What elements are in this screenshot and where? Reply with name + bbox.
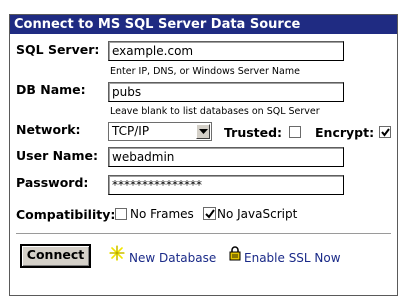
sparkle-icon[interactable]: [109, 245, 125, 261]
trusted-label: Trusted:: [224, 125, 283, 140]
user-name-label: User Name:: [16, 148, 98, 163]
sql-server-hint: Enter IP, DNS, or Windows Server Name: [110, 66, 300, 77]
separator: [16, 233, 391, 235]
dropdown-arrow-icon[interactable]: [196, 124, 210, 139]
sql-server-input[interactable]: [108, 41, 344, 61]
encrypt-label: Encrypt:: [315, 125, 375, 140]
padlock-icon[interactable]: [229, 246, 241, 261]
encrypt-checkbox[interactable]: [379, 126, 391, 138]
no-javascript-checkbox[interactable]: [203, 207, 216, 220]
new-database-link[interactable]: New Database: [129, 251, 216, 265]
password-label: Password:: [16, 175, 89, 190]
dialog-title: Connect to MS SQL Server Data Source: [10, 15, 397, 34]
db-name-label: DB Name:: [16, 82, 86, 97]
network-select[interactable]: TCP/IP: [108, 122, 212, 141]
db-name-input[interactable]: [108, 82, 344, 102]
compatibility-label: Compatibility:: [16, 207, 116, 222]
network-label: Network:: [16, 122, 81, 137]
connect-button[interactable]: Connect: [20, 244, 91, 268]
sql-server-label: SQL Server:: [16, 42, 100, 57]
checkmark-icon: [381, 128, 390, 137]
no-frames-checkbox[interactable]: [115, 208, 127, 220]
db-name-hint: Leave blank to list databases on SQL Ser…: [110, 106, 320, 117]
no-javascript-label: No JavaScript: [217, 207, 298, 221]
user-name-input[interactable]: [108, 147, 344, 167]
checkmark-icon: [205, 209, 215, 219]
trusted-checkbox[interactable]: [289, 126, 301, 138]
password-input[interactable]: [108, 175, 344, 195]
no-frames-label: No Frames: [130, 207, 194, 221]
enable-ssl-link[interactable]: Enable SSL Now: [244, 251, 341, 265]
network-selected-value: TCP/IP: [112, 124, 150, 138]
connection-dialog: Connect to MS SQL Server Data Source SQL…: [9, 14, 398, 296]
